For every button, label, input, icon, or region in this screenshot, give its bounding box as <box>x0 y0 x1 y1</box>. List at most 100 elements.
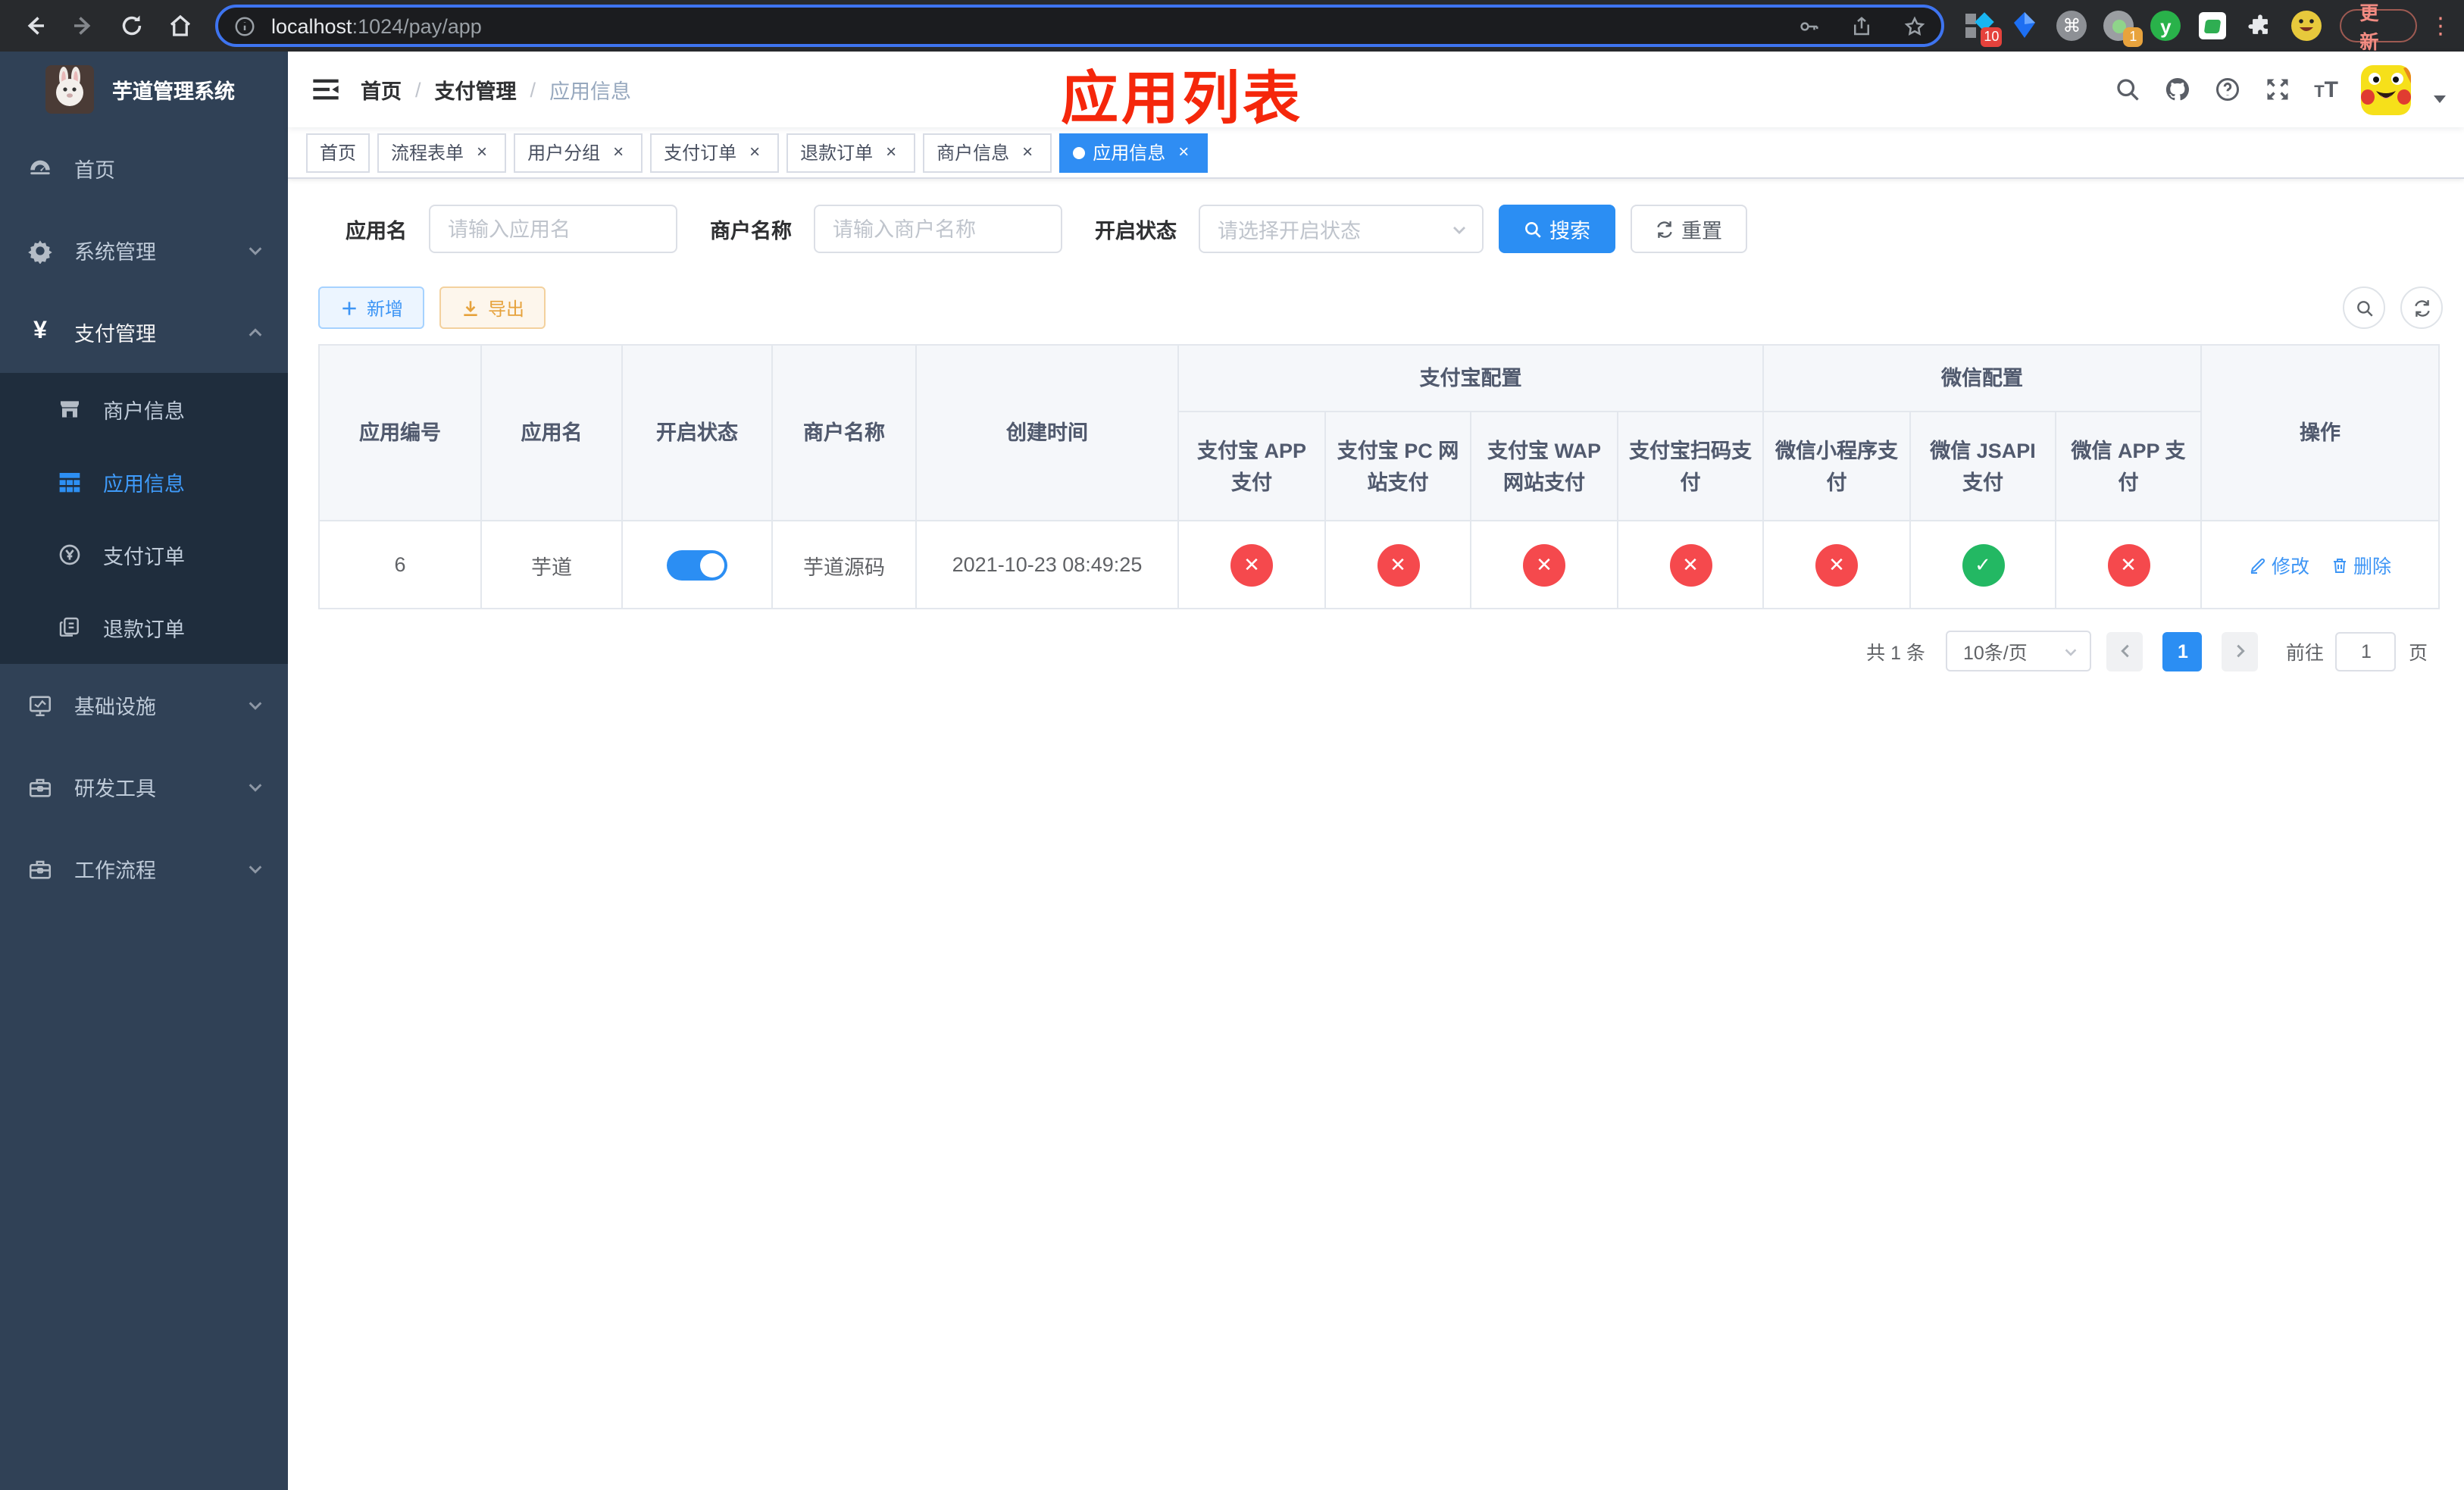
chevron-up-icon <box>249 327 262 336</box>
merchant-name-input[interactable] <box>813 205 1062 253</box>
search-icon[interactable] <box>2114 76 2141 103</box>
tab-pay-order[interactable]: 支付订单 × <box>650 133 780 172</box>
shop-icon <box>58 397 82 421</box>
chevron-left-icon <box>2121 644 2129 658</box>
close-icon[interactable]: × <box>880 141 902 163</box>
chevron-down-icon <box>249 783 262 791</box>
user-avatar[interactable] <box>2361 64 2411 114</box>
font-size-icon[interactable]: TT <box>2314 77 2338 102</box>
chevron-down-icon <box>249 701 262 709</box>
sidebar: 芋道管理系统 首页 系统管理 ¥ 支付管理 商户信息 应用信息 支付订单 退款订… <box>0 52 288 1490</box>
search-button[interactable]: 搜索 <box>1498 205 1615 253</box>
page-unit-label: 页 <box>2408 643 2428 664</box>
tab-process-form[interactable]: 流程表单 × <box>377 133 507 172</box>
sidebar-item-app-info[interactable]: 应用信息 <box>0 446 288 518</box>
sidebar-item-workflow[interactable]: 工作流程 <box>0 828 288 909</box>
tab-home[interactable]: 首页 <box>306 133 371 172</box>
app-title: 芋道管理系统 <box>112 80 235 103</box>
share-icon[interactable] <box>1850 14 1873 37</box>
sidebar-item-payment[interactable]: ¥ 支付管理 <box>0 291 288 373</box>
pencil-icon <box>2250 557 2265 573</box>
status-label: 开启状态 <box>1095 220 1177 243</box>
sidebar-item-label: 商户信息 <box>103 400 185 423</box>
page-size-select[interactable]: 10条/页 <box>1946 631 2092 671</box>
col-alipay-qr: 支付宝扫码支付 <box>1617 411 1764 521</box>
chevron-right-icon <box>2237 644 2245 658</box>
reload-icon[interactable] <box>118 12 145 39</box>
extensions-puzzle-icon[interactable] <box>2244 11 2275 41</box>
next-page-button[interactable] <box>2222 631 2259 671</box>
home-icon[interactable] <box>167 12 194 39</box>
sidebar-item-dev-tools[interactable]: 研发工具 <box>0 746 288 828</box>
sidebar-item-infrastructure[interactable]: 基础设施 <box>0 664 288 746</box>
tab-merchant-info[interactable]: 商户信息 × <box>923 133 1052 172</box>
close-icon[interactable]: × <box>744 141 765 163</box>
sidebar-item-pay-order[interactable]: 支付订单 <box>0 518 288 591</box>
browser-toolbar: localhost:1024/pay/app 10 ⌘ 1 y 更新 ⋮ <box>0 0 2464 53</box>
chrome-menu-icon[interactable]: ⋮ <box>2429 12 2452 39</box>
help-icon[interactable] <box>2214 76 2241 103</box>
app-table: 应用编号 应用名 开启状态 商户名称 创建时间 支付宝配置 微信配置 操作 支付… <box>318 344 2441 609</box>
back-icon[interactable] <box>21 12 48 39</box>
goto-page-input[interactable] <box>2335 631 2397 671</box>
payment-submenu: 商户信息 应用信息 支付订单 退款订单 <box>0 373 288 664</box>
show-search-button[interactable] <box>2343 286 2385 329</box>
tab-refund-order[interactable]: 退款订单 × <box>786 133 916 172</box>
tab-user-group[interactable]: 用户分组 × <box>514 133 643 172</box>
extension-grid-icon[interactable]: 10 <box>1962 11 2003 47</box>
sidebar-item-label: 工作流程 <box>74 859 156 882</box>
extension-kite-icon[interactable] <box>2009 11 2040 41</box>
col-merchant: 商户名称 <box>771 344 917 521</box>
wechat-app-status-icon <box>2107 543 2150 586</box>
close-icon[interactable]: × <box>1173 141 1194 163</box>
prev-page-button[interactable] <box>2106 631 2143 671</box>
extension-chat-icon[interactable] <box>2197 11 2228 41</box>
status-toggle[interactable] <box>667 549 727 580</box>
address-bar[interactable]: localhost:1024/pay/app <box>215 5 1945 47</box>
status-select[interactable]: 请选择开启状态 <box>1198 205 1483 253</box>
close-icon[interactable]: × <box>608 141 629 163</box>
download-icon <box>464 300 477 315</box>
add-button[interactable]: 新增 <box>318 286 425 329</box>
app-name-input[interactable] <box>428 205 677 253</box>
github-icon[interactable] <box>2164 76 2191 103</box>
bookmark-star-icon[interactable] <box>1903 14 1926 37</box>
profile-avatar-icon[interactable] <box>2291 11 2322 41</box>
close-icon[interactable]: × <box>471 141 492 163</box>
sidebar-fold-icon[interactable] <box>311 74 341 105</box>
fullscreen-icon[interactable] <box>2264 76 2291 103</box>
col-wechat-app: 微信 APP 支付 <box>2054 411 2203 521</box>
sidebar-item-label: 退款订单 <box>103 618 185 641</box>
info-icon[interactable] <box>233 14 256 37</box>
refresh-icon <box>2414 299 2429 316</box>
navbar: 首页 / 支付管理 / 应用信息 应用列表 TT <box>288 52 2464 132</box>
breadcrumb-home[interactable]: 首页 <box>361 74 402 105</box>
extension-y-icon[interactable]: y <box>2150 11 2181 41</box>
edit-link[interactable]: 修改 <box>2249 550 2309 579</box>
sidebar-item-refund-order[interactable]: 退款订单 <box>0 591 288 664</box>
breadcrumb-payment[interactable]: 支付管理 <box>435 74 517 105</box>
close-icon[interactable]: × <box>1017 141 1038 163</box>
chevron-down-icon <box>2065 649 2078 656</box>
export-button[interactable]: 导出 <box>439 286 546 329</box>
sidebar-item-home[interactable]: 首页 <box>0 127 288 209</box>
page-number[interactable]: 1 <box>2162 631 2203 671</box>
delete-link[interactable]: 删除 <box>2331 550 2391 579</box>
toolbox-icon <box>27 774 53 800</box>
extension-command-icon[interactable]: ⌘ <box>2056 11 2087 41</box>
forward-icon[interactable] <box>70 12 97 39</box>
sidebar-logo-row[interactable]: 芋道管理系统 <box>0 52 288 127</box>
sidebar-item-merchant-info[interactable]: 商户信息 <box>0 373 288 446</box>
grid-icon <box>58 470 82 494</box>
app-logo <box>45 65 94 114</box>
chrome-update-button[interactable]: 更新 <box>2340 3 2417 53</box>
extension-badge: 1 <box>2123 27 2143 47</box>
breadcrumb: 首页 / 支付管理 / 应用信息 <box>361 74 631 105</box>
reset-button[interactable]: 重置 <box>1630 205 1746 253</box>
caret-down-icon[interactable] <box>2434 95 2446 102</box>
extension-target-icon[interactable]: 1 <box>2103 11 2143 47</box>
refresh-table-button[interactable] <box>2400 286 2443 329</box>
password-key-icon[interactable] <box>1797 14 1820 37</box>
sidebar-item-system[interactable]: 系统管理 <box>0 209 288 291</box>
tab-app-info[interactable]: 应用信息 × <box>1059 133 1209 172</box>
